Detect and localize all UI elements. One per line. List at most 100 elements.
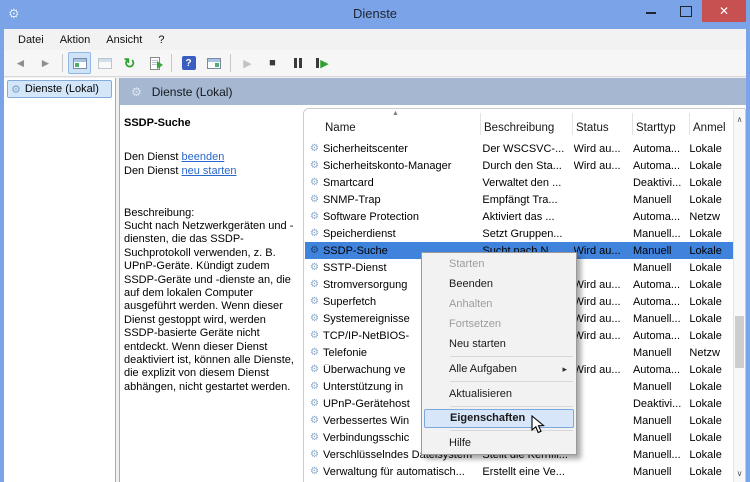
service-gear-icon: ⚙ (310, 432, 319, 443)
service-gear-icon: ⚙ (310, 313, 319, 324)
service-name-cell: SSDP-Suche (323, 245, 388, 257)
service-name-cell: Smartcard (323, 177, 374, 189)
service-logon-cell: Lokale (689, 330, 733, 342)
service-gear-icon: ⚙ (310, 381, 319, 392)
stop-service-link[interactable]: beenden (181, 151, 224, 163)
service-logon-cell: Lokale (689, 160, 733, 172)
refresh-button[interactable]: ↻ (118, 52, 141, 74)
service-starttype-cell: Automa... (633, 279, 689, 291)
service-logon-cell: Lokale (689, 296, 733, 308)
menu-item-aktualisieren[interactable]: Aktualisieren (422, 384, 576, 404)
table-row[interactable]: ⚙SNMP-TrapEmpfängt Tra...ManuellLokale (305, 191, 733, 208)
forward-button[interactable]: ► (34, 52, 57, 74)
column-header-status[interactable]: Status (576, 122, 609, 134)
service-logon-cell: Netzw (689, 211, 733, 223)
service-description-cell: Aktiviert das ... (482, 211, 573, 223)
restart-service-button[interactable]: ▶ (311, 52, 334, 74)
stop-icon: ■ (269, 57, 276, 69)
service-gear-icon: ⚙ (310, 449, 319, 460)
service-gear-icon: ⚙ (310, 347, 319, 358)
service-logon-cell: Lokale (689, 279, 733, 291)
table-row[interactable]: ⚙Software ProtectionAktiviert das ...Aut… (305, 208, 733, 225)
restart-service-link[interactable]: neu starten (181, 165, 236, 177)
service-detail-panel: SSDP-Suche Den Dienst beenden Den Dienst… (124, 117, 302, 394)
service-name-cell: Stromversorgung (323, 279, 407, 291)
service-status-cell: Wird au... (574, 313, 633, 325)
help-button[interactable]: ? (177, 52, 200, 74)
service-name-cell: Verwaltung für automatisch... (323, 466, 465, 478)
column-divider[interactable] (632, 113, 633, 135)
table-row[interactable]: ⚙SicherheitscenterDer WSCSVC-...Wird au.… (305, 140, 733, 157)
export-list-button[interactable] (143, 52, 166, 74)
service-starttype-cell: Automa... (633, 296, 689, 308)
column-header-name[interactable]: Name (325, 122, 356, 134)
column-header-anmelden[interactable]: Anmel (693, 122, 726, 134)
column-divider[interactable] (689, 113, 690, 135)
scroll-down-icon[interactable]: ∨ (734, 466, 745, 481)
service-starttype-cell: Automa... (633, 211, 689, 223)
toolbar-separator (230, 54, 231, 72)
menu-hilfe[interactable]: ? (150, 32, 172, 48)
column-header-starttyp[interactable]: Starttyp (636, 122, 676, 134)
menu-ansicht[interactable]: Ansicht (98, 32, 150, 48)
service-logon-cell: Lokale (689, 313, 733, 325)
show-action-pane-button[interactable] (202, 52, 225, 74)
service-starttype-cell: Manuell... (633, 449, 689, 461)
action-pane-icon (207, 58, 221, 69)
tree-item-dienste-lokal[interactable]: ⚙ Dienste (Lokal) (7, 80, 112, 98)
service-logon-cell: Lokale (689, 364, 733, 376)
menu-item-beenden[interactable]: Beenden (422, 274, 576, 294)
menu-item-starten: Starten (422, 254, 576, 274)
service-gear-icon: ⚙ (310, 279, 319, 290)
table-row[interactable]: ⚙Sicherheitskonto-ManagerDurch den Sta..… (305, 157, 733, 174)
minimize-button[interactable] (634, 0, 668, 22)
help-icon: ? (182, 56, 196, 70)
menu-datei[interactable]: Datei (10, 32, 52, 48)
service-logon-cell: Lokale (689, 449, 733, 461)
service-name-cell: Superfetch (323, 296, 376, 308)
service-logon-cell: Lokale (689, 432, 733, 444)
table-row[interactable]: ⚙SmartcardVerwaltet den ...Deaktivi...Lo… (305, 174, 733, 191)
service-starttype-cell: Manuell... (633, 228, 689, 240)
menu-item-neu-starten[interactable]: Neu starten (422, 334, 576, 354)
service-logon-cell: Lokale (689, 381, 733, 393)
service-logon-cell: Lokale (689, 245, 733, 257)
refresh-icon: ↻ (124, 55, 136, 72)
mouse-cursor (531, 415, 549, 435)
service-description-cell: Durch den Sta... (482, 160, 573, 172)
service-gear-icon: ⚙ (310, 211, 319, 222)
table-row[interactable]: ⚙SpeicherdienstSetzt Gruppen...Manuell..… (305, 225, 733, 242)
menu-aktion[interactable]: Aktion (52, 32, 99, 48)
pause-service-button[interactable] (286, 52, 309, 74)
menu-item-hilfe[interactable]: Hilfe (422, 433, 576, 453)
scroll-up-icon[interactable]: ∧ (734, 112, 745, 127)
services-window: ⚙ Dienste ✕ Datei Aktion Ansicht ? ◄ ► ↻… (0, 0, 750, 482)
back-button[interactable]: ◄ (9, 52, 32, 74)
context-menu: StartenBeendenAnhaltenFortsetzenNeu star… (421, 252, 577, 455)
column-header-beschreibung[interactable]: Beschreibung (484, 122, 554, 134)
table-row[interactable]: ⚙Verwaltung für automatisch...Erstellt e… (305, 463, 733, 480)
console-tree-panel: ⚙ Dienste (Lokal) (4, 78, 116, 482)
start-service-button[interactable]: ▶ (236, 52, 259, 74)
toolbar: ◄ ► ↻ ? ▶ ■ ▶ (4, 50, 746, 77)
stop-service-button[interactable]: ■ (261, 52, 284, 74)
service-starttype-cell: Manuell (633, 245, 689, 257)
properties-toolbar-button[interactable] (93, 52, 116, 74)
menu-item-eigenschaften[interactable]: Eigenschaften (424, 409, 574, 428)
maximize-button[interactable] (668, 0, 702, 22)
show-console-tree-button[interactable] (68, 52, 91, 74)
service-gear-icon: ⚙ (310, 177, 319, 188)
service-logon-cell: Lokale (689, 228, 733, 240)
center-pane-header: ⚙ Dienste (Lokal) (120, 78, 746, 105)
scrollbar-thumb[interactable] (735, 316, 744, 368)
menu-item-alle-aufgaben[interactable]: Alle Aufgaben▸ (422, 359, 576, 379)
service-description: Sucht nach Netzwerkgeräten und -diensten… (124, 220, 300, 394)
service-starttype-cell: Manuell (633, 432, 689, 444)
close-button[interactable]: ✕ (702, 0, 746, 22)
services-gear-icon: ⚙ (131, 85, 142, 99)
service-name-cell: TCP/IP-NetBIOS- (323, 330, 409, 342)
start-icon: ▶ (243, 57, 251, 70)
column-divider[interactable] (572, 113, 573, 135)
vertical-scrollbar[interactable]: ∧ ∨ (733, 110, 745, 482)
column-divider[interactable] (480, 113, 481, 135)
